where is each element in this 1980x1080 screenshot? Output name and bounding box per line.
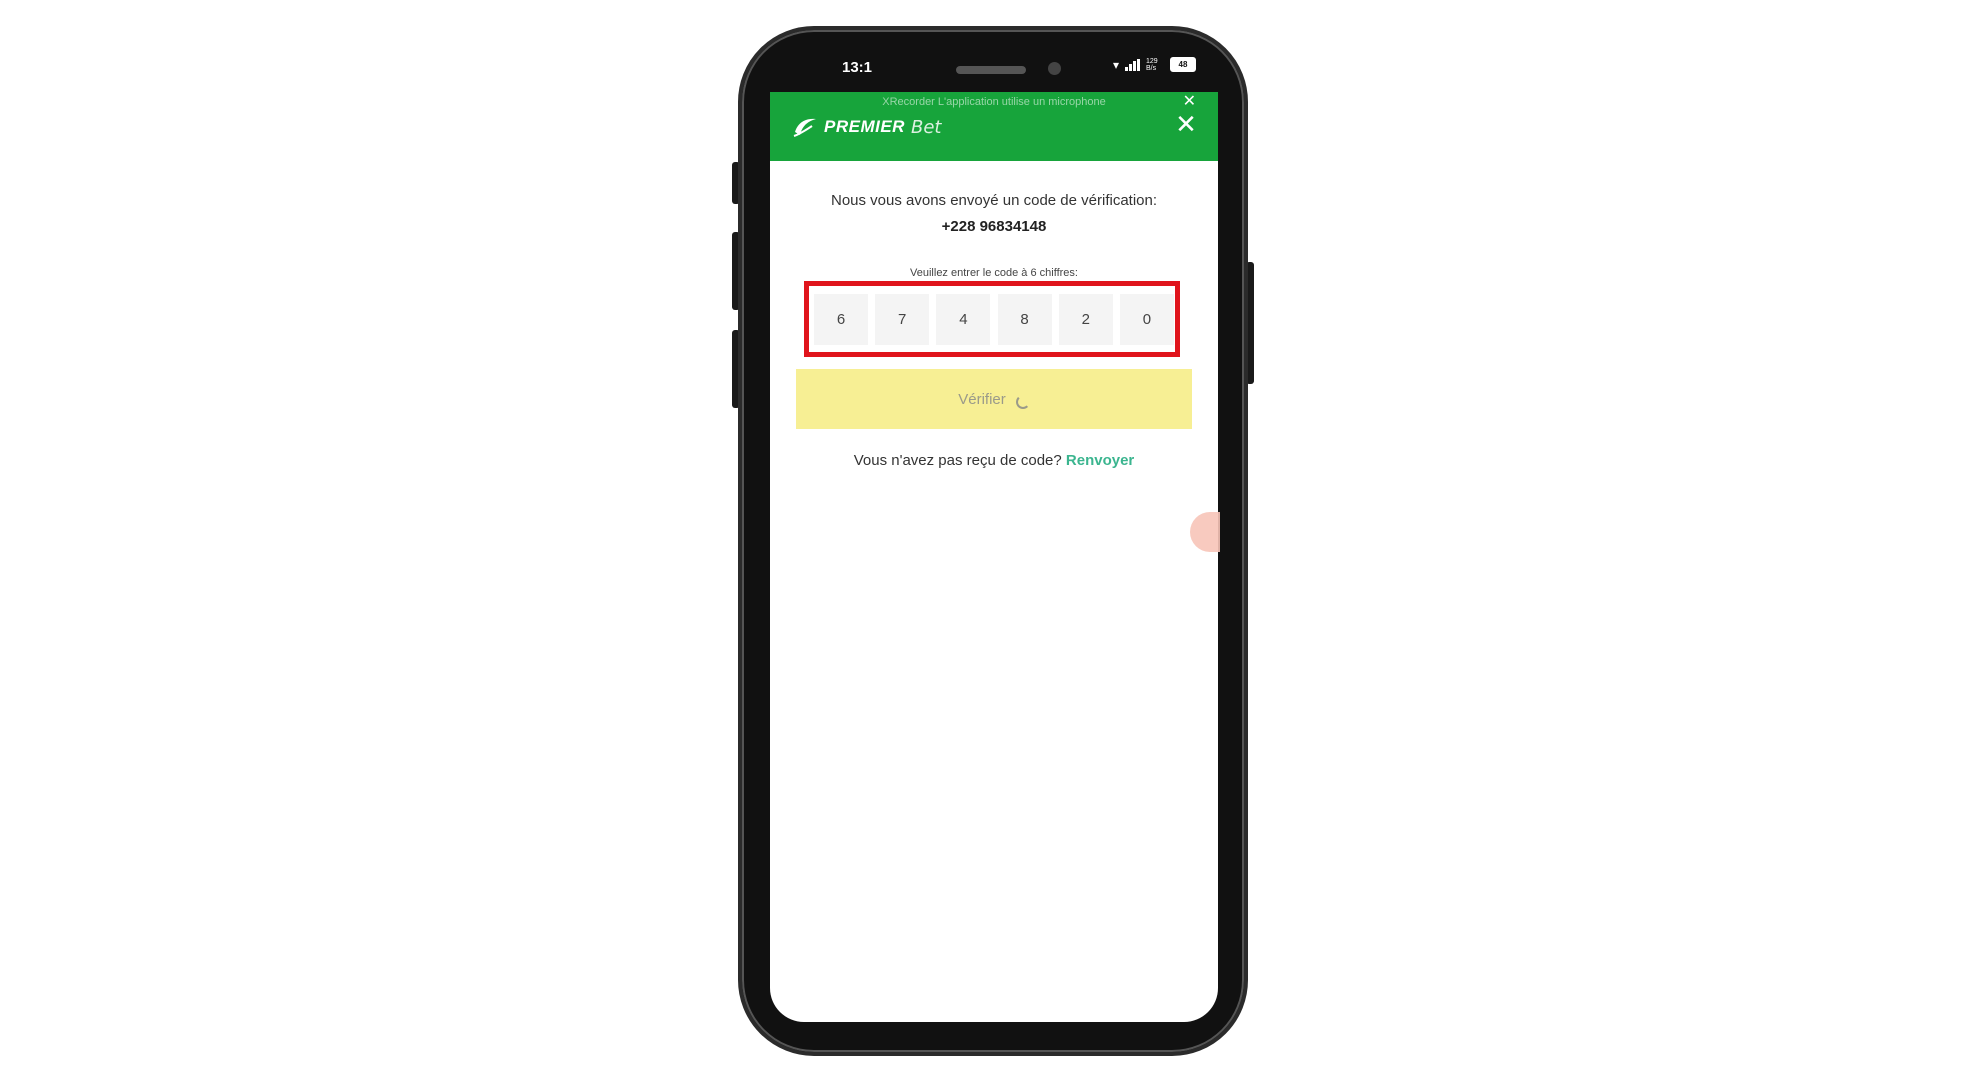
banner-close-icon[interactable]: ✕	[1183, 94, 1196, 110]
code-digit-input[interactable]: 4	[936, 294, 991, 345]
wifi-icon: ▾	[1112, 57, 1119, 72]
code-input-row: 6 7 4 8 2 0	[814, 294, 1174, 345]
verify-button[interactable]: Vérifier	[796, 369, 1192, 429]
app-screen: XRecorder L'application utilise un micro…	[770, 92, 1218, 1022]
earpiece-speaker	[956, 66, 1026, 74]
resend-prompt: Vous n'avez pas reçu de code?	[853, 452, 1062, 469]
app-header: XRecorder L'application utilise un micro…	[770, 92, 1218, 161]
code-digit-input[interactable]: 7	[875, 294, 930, 345]
resend-row: Vous n'avez pas reçu de code? Renvoyer	[770, 452, 1218, 469]
logo-swoosh-icon	[793, 118, 816, 137]
code-label: Veuillez entrer le code à 6 chiffres:	[910, 267, 1078, 279]
logo-text-secondary: Bet	[910, 116, 942, 138]
code-digit-input[interactable]: 6	[814, 294, 868, 345]
code-digit-input[interactable]: 8	[997, 294, 1052, 345]
code-digit-input[interactable]: 0	[1119, 294, 1174, 345]
network-speed: 129 B/s	[1146, 57, 1158, 72]
premierbet-logo: PREMIER Bet	[792, 116, 941, 138]
stage: 13:1 ▾ 129 B/s 48 XRecorder L'applicatio…	[0, 0, 1980, 1080]
status-bar: 13:1 ▾ 129 B/s 48	[770, 52, 1210, 84]
status-icons: ▾ 129 B/s 48	[1113, 57, 1196, 72]
logo-text-primary: PREMIER	[824, 117, 905, 136]
verify-button-label: Vérifier	[958, 390, 1006, 408]
loading-spinner-icon	[1015, 395, 1030, 409]
phone-number: +228 96834148	[941, 218, 1047, 235]
recorder-banner: XRecorder L'application utilise un micro…	[882, 96, 1106, 108]
resend-link[interactable]: Renvoyer	[1066, 452, 1134, 469]
front-camera	[1048, 62, 1061, 75]
battery-icon: 48	[1170, 57, 1196, 72]
sent-message: Nous vous avons envoyé un code de vérifi…	[830, 192, 1158, 209]
close-icon[interactable]: ✕	[1174, 111, 1198, 137]
signal-icon	[1125, 58, 1140, 71]
code-digit-input[interactable]: 2	[1058, 294, 1113, 345]
status-time: 13:1	[842, 59, 873, 76]
